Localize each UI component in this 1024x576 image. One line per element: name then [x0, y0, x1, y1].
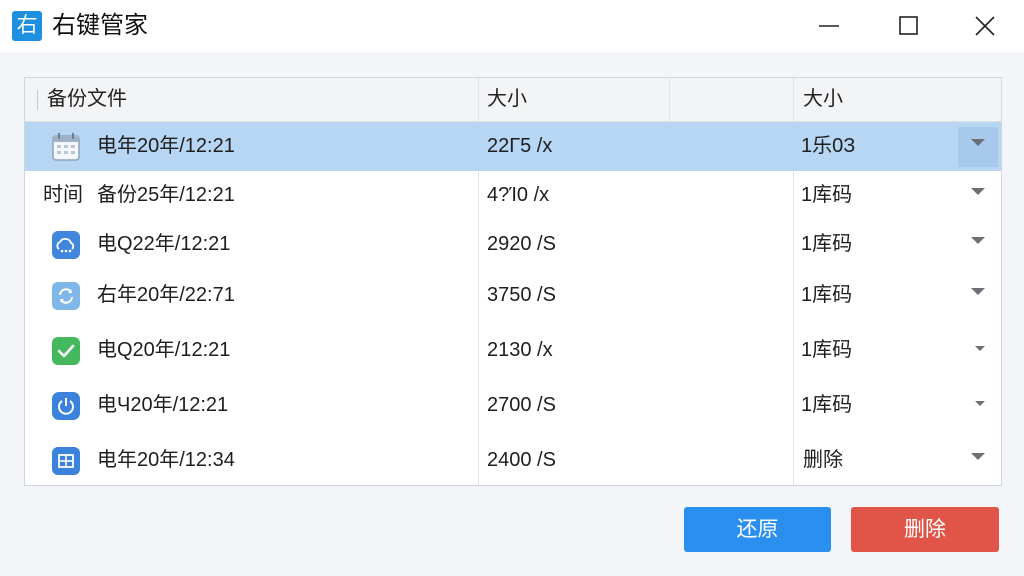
table-row[interactable]: 电Q20年/12:21 2130 /х 1库码 — [25, 326, 1001, 375]
chevron-down-icon[interactable] — [975, 401, 985, 406]
chevron-down-icon[interactable] — [971, 139, 985, 146]
restore-button[interactable]: 还原 — [684, 507, 831, 552]
title-bar: 右 右键管家 — [0, 0, 1024, 52]
maximize-button[interactable] — [886, 6, 932, 46]
chevron-down-icon[interactable] — [971, 288, 985, 295]
file-name: 右年20年/22:71 — [97, 284, 235, 306]
window-title: 右键管家 — [52, 12, 148, 39]
status-value: 1库码 — [801, 184, 853, 206]
status-value: 1库码 — [801, 339, 853, 361]
file-name: 电Q22年/12:21 — [97, 233, 231, 255]
file-name: 电Q20年/12:21 — [97, 339, 231, 361]
close-icon — [975, 16, 995, 36]
check-icon — [51, 336, 81, 366]
file-size: 22Г5 /х — [487, 135, 553, 157]
close-button[interactable] — [962, 6, 1008, 46]
chevron-down-icon[interactable] — [971, 237, 985, 244]
file-size: 2920 /Ѕ — [487, 233, 556, 255]
app-icon: 右 — [12, 11, 42, 41]
dropdown-button[interactable] — [958, 127, 998, 167]
calendar-icon — [51, 132, 81, 162]
chevron-down-icon[interactable] — [971, 188, 985, 195]
column-header-size-2[interactable]: 大小 — [803, 78, 843, 121]
file-name: 电年20年/12:21 — [97, 135, 235, 157]
file-size: 2130 /х — [487, 339, 553, 361]
minimize-icon — [819, 25, 839, 27]
table-row[interactable]: 电年20年/12:21 22Г5 /х 1乐0З — [25, 122, 1001, 171]
column-divider[interactable] — [669, 78, 670, 121]
file-size: 4?Ί0 /х — [487, 184, 550, 206]
header-grip — [37, 90, 38, 110]
file-size: 2700 /Ѕ — [487, 394, 556, 416]
chevron-down-icon[interactable] — [971, 453, 985, 460]
power-icon — [51, 391, 81, 421]
table-header: 备份文件 大小 大小 — [25, 78, 1001, 122]
table-row[interactable]: 电Ч20年/12:21 2700 /Ѕ 1库码 — [25, 381, 1001, 430]
file-size: 2400 /Ѕ — [487, 449, 556, 471]
column-header-file[interactable]: 备份文件 — [47, 78, 127, 121]
status-value: 1库码 — [801, 233, 853, 255]
file-name: 电Ч20年/12:21 — [97, 394, 229, 416]
sync-icon — [51, 281, 81, 311]
status-value: 1乐0З — [801, 135, 856, 157]
backup-table: 备份文件 大小 大小 电年20年/12:21 22Г5 /х 1乐0З 时间 备… — [24, 77, 1002, 486]
status-value: 1库码 — [801, 394, 853, 416]
table-row[interactable]: 时间 备份25年/12:21 4?Ί0 /х 1库码 — [25, 171, 1001, 220]
table-row[interactable]: 电年20年/12:34 2400 /Ѕ 删除 — [25, 436, 1001, 485]
table-row[interactable]: 电Q22年/12:21 2920 /Ѕ 1库码 — [25, 220, 1001, 269]
cloud-backup-icon — [51, 230, 81, 260]
grid-icon — [51, 446, 81, 476]
status-value: 删除 — [803, 449, 843, 471]
minimize-button[interactable] — [806, 6, 852, 46]
column-header-size[interactable]: 大小 — [487, 78, 527, 121]
time-label: 时间 — [43, 184, 83, 206]
file-name: 电年20年/12:34 — [97, 449, 235, 471]
file-size: 3750 /Ѕ — [487, 284, 556, 306]
file-name: 备份25年/12:21 — [97, 184, 235, 206]
chevron-down-icon[interactable] — [975, 346, 985, 351]
maximize-icon — [899, 16, 918, 35]
table-row[interactable]: 右年20年/22:71 3750 /Ѕ 1库码 — [25, 271, 1001, 320]
status-value: 1库码 — [801, 284, 853, 306]
delete-button[interactable]: 删除 — [851, 507, 999, 552]
